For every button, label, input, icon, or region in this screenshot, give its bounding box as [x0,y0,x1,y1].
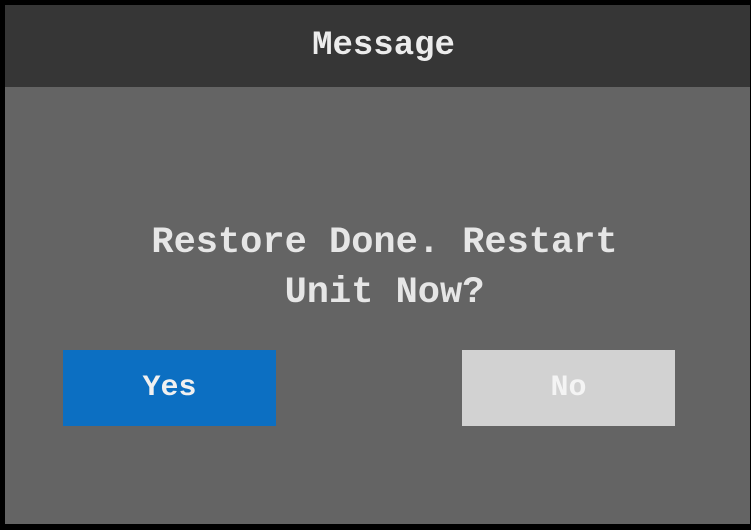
yes-button-label: Yes [142,371,197,405]
dialog-title: Message [312,27,455,65]
dialog-message: Restore Done. Restart Unit Now? [12,218,751,318]
yes-button[interactable]: Yes [63,350,276,426]
screen: Message Restore Done. Restart Unit Now? … [0,0,751,530]
message-line-2: Unit Now? [284,272,485,314]
message-dialog: Message Restore Done. Restart Unit Now? … [5,5,750,524]
no-button-label: No [550,371,587,405]
message-line-1: Restore Done. Restart [151,222,618,264]
dialog-title-bar: Message [5,5,750,87]
no-button[interactable]: No [462,350,675,426]
